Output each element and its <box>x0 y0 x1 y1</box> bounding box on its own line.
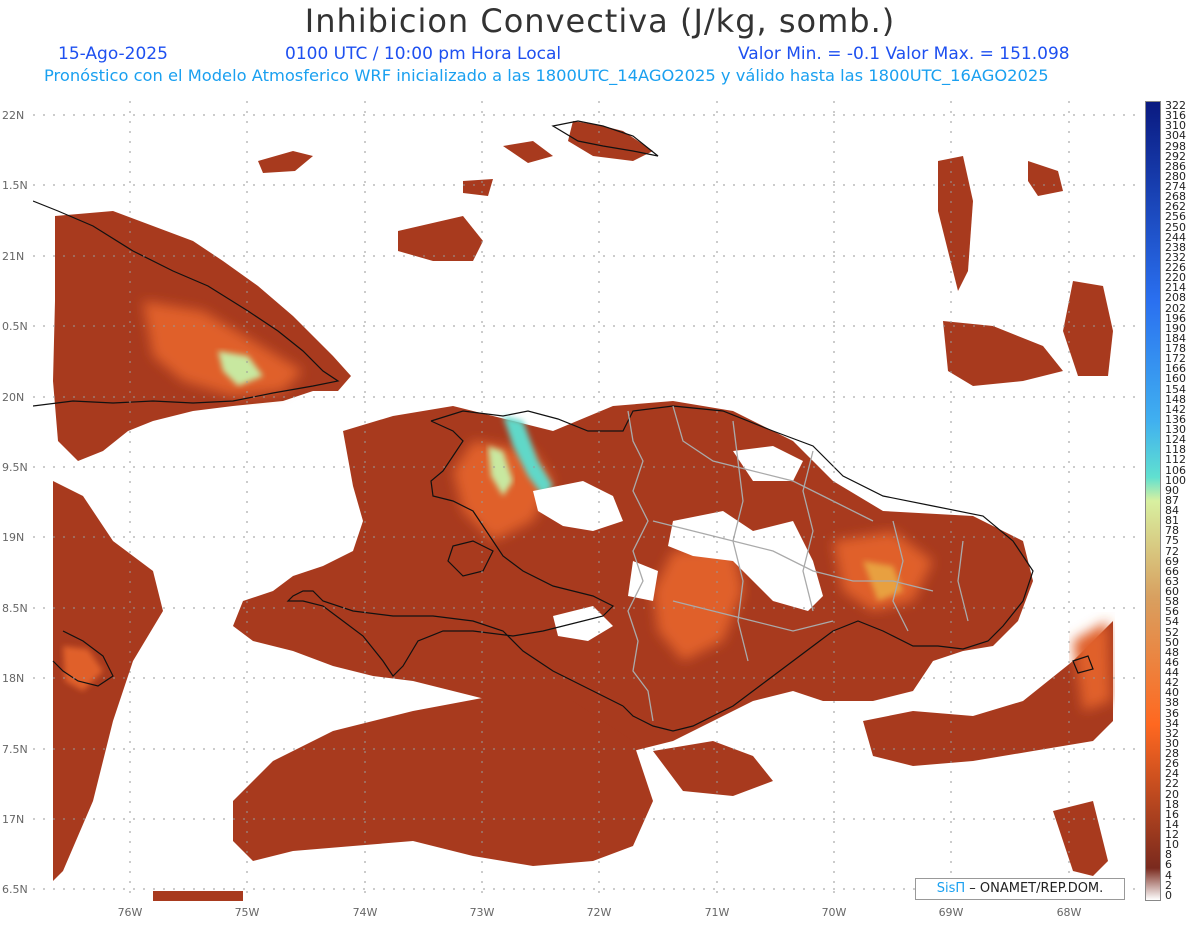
map-title: Inhibicion Convectiva (J/kg, somb.) <box>304 2 896 40</box>
lon-label: 76W <box>117 906 143 919</box>
lon-label: 69W <box>938 906 964 919</box>
lat-label: 0.5N <box>2 320 28 333</box>
credit-box: SisΠ – ONAMET/REP.DOM. <box>915 878 1125 900</box>
lat-label: 9.5N <box>2 461 28 474</box>
credit-brand: SisΠ <box>936 881 966 896</box>
lon-label: 75W <box>234 906 260 919</box>
forecast-date: 15-Ago-2025 <box>58 44 168 64</box>
cin-map <box>33 101 1140 901</box>
lon-label: 74W <box>352 906 378 919</box>
credit-org: – ONAMET/REP.DOM. <box>969 881 1104 896</box>
lon-label: 70W <box>821 906 847 919</box>
lat-label: 19N <box>2 531 25 544</box>
colorbar <box>1145 101 1161 901</box>
lat-label: 8.5N <box>2 602 28 615</box>
lat-label: 22N <box>2 109 25 122</box>
lat-label: 7.5N <box>2 743 28 756</box>
lon-label: 73W <box>469 906 495 919</box>
lon-label: 68W <box>1056 906 1082 919</box>
lat-label: 1.5N <box>2 179 28 192</box>
lat-label: 18N <box>2 672 25 685</box>
lon-label: 72W <box>586 906 612 919</box>
lat-label: 6.5N <box>2 883 28 896</box>
forecast-time: 0100 UTC / 10:00 pm Hora Local <box>285 44 562 64</box>
lat-label: 21N <box>2 250 25 263</box>
lon-label: 71W <box>704 906 730 919</box>
colorbar-tick-label: 0 <box>1165 888 1172 902</box>
lat-label: 17N <box>2 813 25 826</box>
min-max-values: Valor Min. = -0.1 Valor Max. = 151.098 <box>738 44 1070 64</box>
model-info: Pronóstico con el Modelo Atmosferico WRF… <box>44 66 1049 85</box>
lat-label: 20N <box>2 391 25 404</box>
